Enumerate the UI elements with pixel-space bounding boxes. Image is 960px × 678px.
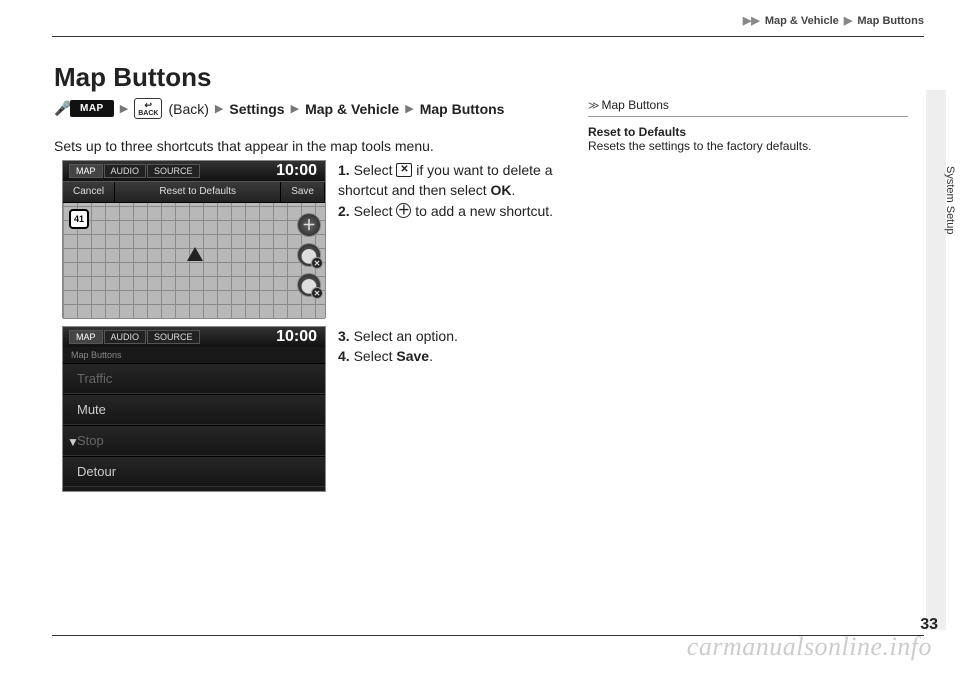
menu-subheader: Map Buttons	[63, 347, 325, 363]
chevron-right-icon: ▶	[844, 15, 852, 27]
step-number: 3.	[338, 328, 350, 344]
step-number: 2.	[338, 203, 350, 219]
section-tab	[926, 90, 946, 630]
plus-icon: ＋	[396, 203, 411, 218]
intro-text: Sets up to three shortcuts that appear i…	[54, 138, 434, 154]
step-text: Select	[354, 348, 397, 364]
step-text: Select	[354, 203, 397, 219]
breadcrumb-current: Map Buttons	[857, 15, 924, 27]
chevron-right-icon: ▶	[120, 102, 128, 115]
step-4: 4. Select Save.	[338, 346, 568, 366]
tab-audio[interactable]: AUDIO	[104, 164, 147, 178]
list-item[interactable]: Detour	[63, 456, 325, 487]
toolbar: Cancel Reset to Defaults Save	[63, 181, 325, 203]
map-view[interactable]: 41 ＋ ⬤✕ ⬤✕	[63, 203, 325, 319]
note-chevron-icon: ≫	[588, 99, 596, 112]
reset-defaults-button[interactable]: Reset to Defaults	[115, 182, 281, 202]
breadcrumb-parent: Map & Vehicle	[765, 15, 839, 27]
section-label: System Setup	[944, 166, 956, 234]
instruction-steps-2: 3. Select an option. 4. Select Save.	[338, 326, 568, 367]
back-label: BACK	[138, 110, 158, 117]
back-text: (Back)	[168, 101, 208, 117]
step-1: 1. Select ✕ if you want to delete a shor…	[338, 160, 568, 201]
note-heading-text: Map Buttons	[602, 98, 669, 112]
screenshot-map-buttons-menu: MAP AUDIO SOURCE 10:00 Map Buttons Traff…	[62, 326, 326, 492]
shortcut-slot-button[interactable]: ⬤✕	[297, 273, 321, 297]
path-mapbuttons: Map Buttons	[420, 101, 505, 117]
cancel-button[interactable]: Cancel	[63, 182, 115, 202]
list-item[interactable]: Traffic	[63, 363, 325, 394]
path-settings: Settings	[229, 101, 284, 117]
shortcut-slot-button[interactable]: ⬤✕	[297, 243, 321, 267]
menu-list: Traffic Mute Stop Detour	[63, 363, 325, 487]
chevron-right-icon: ▶	[215, 102, 223, 115]
back-button-icon: ↩ BACK	[134, 98, 162, 119]
vehicle-cursor-icon	[187, 247, 203, 261]
chevron-right-icon: ▶▶	[743, 15, 760, 27]
step-2: 2. Select ＋ to add a new shortcut.	[338, 201, 568, 221]
step-text: .	[429, 348, 433, 364]
path-mapvehicle: Map & Vehicle	[305, 101, 399, 117]
tab-audio[interactable]: AUDIO	[104, 330, 147, 344]
tab-map[interactable]: MAP	[69, 330, 103, 344]
step-3: 3. Select an option.	[338, 326, 568, 346]
chevron-right-icon: ▶	[291, 102, 299, 115]
step-number: 4.	[338, 348, 350, 364]
step-number: 1.	[338, 162, 350, 178]
nav-path: 🎤 MAP ▶ ↩ BACK (Back) ▶ Settings ▶ Map &…	[54, 98, 504, 119]
page-title: Map Buttons	[54, 62, 211, 93]
scroll-down-icon[interactable]: ▼	[67, 435, 79, 449]
step-text: Select	[354, 162, 397, 178]
note-heading: ≫ Map Buttons	[588, 98, 908, 117]
list-item[interactable]: Mute	[63, 394, 325, 425]
note-column: ≫ Map Buttons Reset to Defaults Resets t…	[588, 98, 908, 153]
instruction-steps-1: 1. Select ✕ if you want to delete a shor…	[338, 160, 568, 221]
ok-label: OK	[491, 182, 512, 198]
voice-icon: 🎤	[54, 100, 64, 117]
note-text: Resets the settings to the factory defau…	[588, 139, 811, 153]
route-shield-icon: 41	[69, 209, 89, 229]
tab-bar: MAP AUDIO SOURCE 10:00	[63, 327, 325, 347]
tab-bar: MAP AUDIO SOURCE 10:00	[63, 161, 325, 181]
breadcrumb: ▶▶ Map & Vehicle ▶ Map Buttons	[741, 14, 924, 27]
map-shortcut-buttons: ＋ ⬤✕ ⬤✕	[297, 213, 321, 297]
back-arrow-icon: ↩	[138, 101, 158, 110]
note-title: Reset to Defaults	[588, 125, 908, 139]
clock: 10:00	[276, 162, 317, 180]
map-button-icon: MAP	[70, 100, 114, 117]
tab-source[interactable]: SOURCE	[147, 164, 200, 178]
tab-map[interactable]: MAP	[69, 164, 103, 178]
step-text: .	[512, 182, 516, 198]
chevron-right-icon: ▶	[405, 102, 413, 115]
tab-source[interactable]: SOURCE	[147, 330, 200, 344]
screenshot-map-tools: MAP AUDIO SOURCE 10:00 Cancel Reset to D…	[62, 160, 326, 318]
list-item[interactable]: Stop	[63, 425, 325, 456]
save-label: Save	[396, 348, 429, 364]
step-text: to add a new shortcut.	[415, 203, 553, 219]
note-body: Reset to Defaults Resets the settings to…	[588, 125, 908, 153]
divider	[52, 36, 924, 37]
delete-icon[interactable]: ✕	[311, 257, 323, 269]
watermark: carmanualsonline.info	[687, 632, 932, 662]
save-button[interactable]: Save	[281, 182, 325, 202]
delete-icon[interactable]: ✕	[311, 287, 323, 299]
delete-x-icon: ✕	[396, 163, 412, 177]
step-text: Select an option.	[354, 328, 458, 344]
clock: 10:00	[276, 328, 317, 346]
zoom-in-button[interactable]: ＋	[297, 213, 321, 237]
